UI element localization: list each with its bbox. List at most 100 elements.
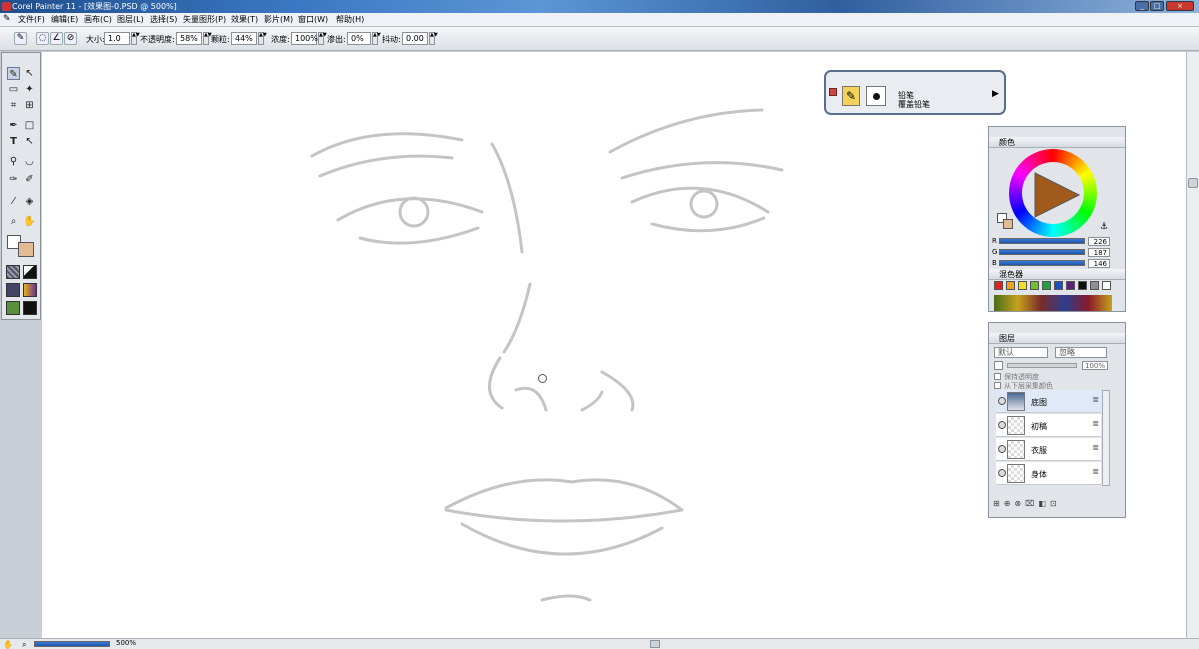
pencil-category-icon[interactable]: ✎: [842, 86, 860, 106]
mixer-swatch[interactable]: [1018, 281, 1027, 290]
pattern-selector[interactable]: [6, 283, 20, 297]
density-spinner[interactable]: ▲▼: [318, 32, 327, 45]
r-value[interactable]: 226: [1088, 237, 1110, 246]
pick-up-color-checkbox[interactable]: [994, 382, 1001, 389]
mixer-swatch[interactable]: [1006, 281, 1015, 290]
layer-item[interactable]: 身体 ≣: [996, 462, 1101, 485]
menu-edit[interactable]: 编辑(E): [51, 14, 78, 25]
horizontal-scroll-thumb[interactable]: [650, 640, 660, 648]
menu-window[interactable]: 窗口(W): [298, 14, 328, 25]
eye-icon[interactable]: [998, 445, 1006, 453]
layer-mask-icon[interactable]: [994, 361, 1003, 370]
vertical-scrollbar[interactable]: [1186, 52, 1199, 638]
mixer-panel-title[interactable]: 混色器: [989, 269, 1125, 280]
layer-item[interactable]: 衣服 ≣: [996, 438, 1101, 461]
rectangle-shape-tool[interactable]: □: [23, 119, 36, 132]
menu-shapes[interactable]: 矢量图形(P): [183, 14, 226, 25]
layer-commands-bar[interactable]: ⊞⊕⊗⌧◧⊡: [993, 499, 1121, 511]
dodge-tool[interactable]: ✑: [7, 173, 20, 186]
close-icon[interactable]: [829, 88, 837, 96]
composite-method-select[interactable]: 默认: [994, 347, 1048, 358]
eye-icon[interactable]: [998, 397, 1006, 405]
flow-map-selector[interactable]: [23, 265, 37, 279]
menu-effects[interactable]: 效果(T): [231, 14, 258, 25]
paper-selector[interactable]: [6, 265, 20, 279]
layer-item[interactable]: 初稿 ≣: [996, 414, 1101, 437]
gradient-selector[interactable]: [23, 283, 37, 297]
main-color-swatch[interactable]: [18, 242, 34, 257]
menu-layers[interactable]: 图层(L): [117, 14, 144, 25]
scroll-thumb[interactable]: [1188, 178, 1198, 188]
brush-menu-arrow-icon[interactable]: ▶: [992, 89, 999, 99]
look-selector[interactable]: [23, 301, 37, 315]
layer-item[interactable]: 底图 ≣: [996, 390, 1101, 413]
grain-spinner[interactable]: ▲▼: [258, 32, 267, 45]
saturation-value-triangle[interactable]: [1033, 171, 1081, 219]
close-button[interactable]: ×: [1166, 1, 1194, 11]
layer-opacity-value[interactable]: 100%: [1082, 361, 1108, 370]
opacity-field[interactable]: 58%: [176, 32, 202, 45]
layers-scrollbar[interactable]: [1102, 390, 1110, 486]
lasso-tool[interactable]: ◡: [23, 155, 36, 168]
layers-panel-title[interactable]: 图层: [989, 333, 1125, 344]
document-icon[interactable]: ✎: [3, 14, 11, 24]
b-slider[interactable]: [999, 260, 1085, 266]
mixer-swatch[interactable]: [1030, 281, 1039, 290]
colors-panel-title[interactable]: 颜色: [989, 137, 1125, 148]
rubber-stamp-tool[interactable]: ⚲: [7, 155, 20, 168]
mixer-swatch[interactable]: [1042, 281, 1051, 290]
menu-canvas[interactable]: 画布(C): [84, 14, 112, 25]
mixer-swatch[interactable]: [994, 281, 1003, 290]
dropper-tool[interactable]: ⁄: [7, 195, 20, 208]
g-value[interactable]: 187: [1088, 248, 1110, 257]
transform-tool[interactable]: ⊞: [23, 99, 36, 112]
bleed-field[interactable]: 0%: [347, 32, 371, 45]
layer-opacity-slider[interactable]: [1007, 363, 1077, 368]
text-tool[interactable]: T: [7, 135, 20, 148]
b-value[interactable]: 146: [1088, 259, 1110, 268]
mixer-swatch[interactable]: [1066, 281, 1075, 290]
nozzle-selector[interactable]: [6, 301, 20, 315]
menu-help[interactable]: 帮助(H): [336, 14, 364, 25]
shape-selection-tool[interactable]: ↖: [23, 135, 36, 148]
mixer-swatch[interactable]: [1090, 281, 1099, 290]
composite-depth-select[interactable]: 忽略: [1055, 347, 1107, 358]
brush-variant-label[interactable]: 覆盖铅笔: [898, 99, 930, 110]
preserve-transparency-checkbox[interactable]: [994, 373, 1001, 380]
zoom-status-icon[interactable]: ⌕: [22, 640, 26, 649]
density-field[interactable]: 100%: [291, 32, 318, 45]
opacity-spinner[interactable]: ▲▼: [203, 32, 212, 45]
jitter-spinner[interactable]: ▲▼: [429, 32, 438, 45]
maximize-button[interactable]: □: [1150, 1, 1164, 11]
grabber-hand-icon[interactable]: ✋: [23, 215, 36, 228]
menu-movie[interactable]: 影片(M): [264, 14, 293, 25]
crop-tool[interactable]: ⌗: [7, 99, 20, 112]
r-slider[interactable]: [999, 238, 1085, 244]
menu-file[interactable]: 文件(F): [18, 14, 45, 25]
size-field[interactable]: 1.0: [104, 32, 130, 45]
g-slider[interactable]: [999, 249, 1085, 255]
paint-bucket-tool[interactable]: ◈: [23, 195, 36, 208]
menu-select[interactable]: 选择(S): [150, 14, 177, 25]
mixer-swatch[interactable]: [1054, 281, 1063, 290]
layer-adjuster-tool[interactable]: ↖: [23, 67, 36, 80]
eye-icon[interactable]: [998, 469, 1006, 477]
grabber-status-icon[interactable]: ✋: [3, 640, 13, 649]
brush-tool[interactable]: ✎: [7, 67, 20, 80]
mixer-swatch[interactable]: [1078, 281, 1087, 290]
zoom-slider[interactable]: [34, 641, 110, 647]
clone-color-icon[interactable]: ⚓: [1100, 222, 1108, 232]
brush-tool-icon[interactable]: ✎: [14, 32, 27, 45]
pen-tool[interactable]: ✒: [7, 119, 20, 132]
main-color-chip[interactable]: [1003, 219, 1013, 229]
minimize-button[interactable]: _: [1135, 1, 1149, 11]
freehand-stroke-icon[interactable]: ◌: [36, 32, 49, 45]
rect-select-tool[interactable]: ▭: [7, 83, 20, 96]
eraser-tool[interactable]: ✐: [23, 173, 36, 186]
magnifier-icon[interactable]: ⌕: [7, 215, 20, 228]
bleed-spinner[interactable]: ▲▼: [372, 32, 381, 45]
mixer-pad[interactable]: [994, 295, 1112, 311]
size-spinner[interactable]: ▲▼: [131, 32, 140, 45]
grain-field[interactable]: 44%: [231, 32, 257, 45]
brush-ghost-icon[interactable]: ⊘: [64, 32, 77, 45]
